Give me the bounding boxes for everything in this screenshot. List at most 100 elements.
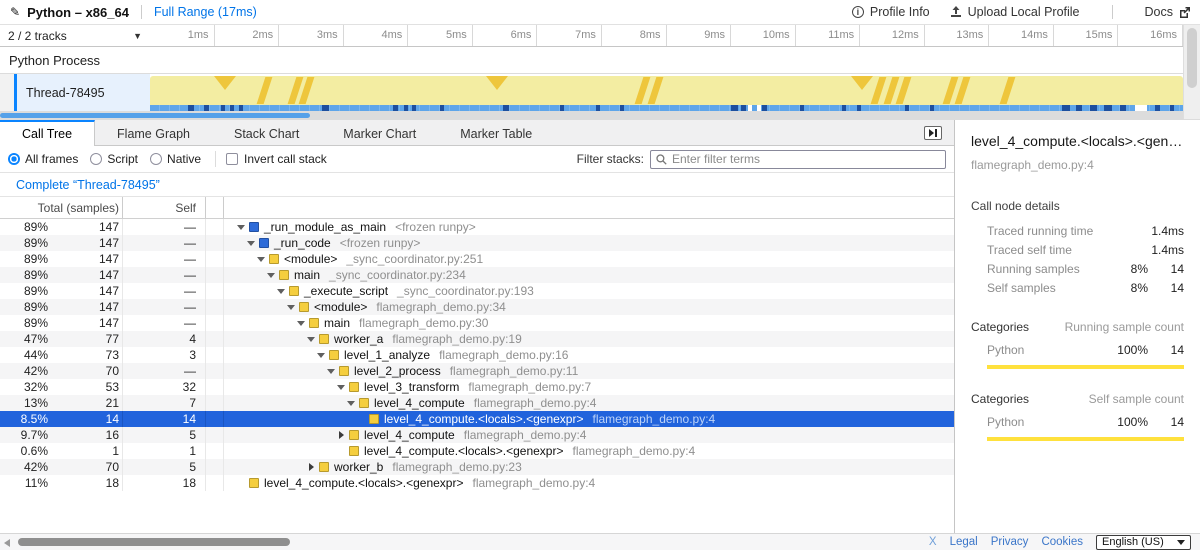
- footer-link-privacy[interactable]: Privacy: [991, 536, 1029, 548]
- upload-profile-button[interactable]: Upload Local Profile: [950, 5, 1080, 19]
- cell-total: 89%147: [0, 235, 123, 251]
- column-header-self[interactable]: Self: [123, 197, 206, 218]
- collapse-icon[interactable]: [336, 385, 346, 390]
- radio-script[interactable]: Script: [90, 152, 138, 166]
- row-total-percent: 89%: [0, 300, 48, 314]
- collapse-icon[interactable]: [266, 273, 276, 278]
- category-square-icon: [289, 286, 299, 296]
- collapse-icon[interactable]: [316, 353, 326, 358]
- collapse-icon[interactable]: [296, 321, 306, 326]
- file-location: flamegraph_demo.py:4: [474, 396, 597, 410]
- table-row[interactable]: 8.5%1414level_4_compute.<locals>.<genexp…: [0, 411, 954, 427]
- cell-icon: [206, 315, 224, 331]
- docs-link[interactable]: Docs: [1145, 5, 1190, 19]
- cell-tree: main_sync_coordinator.py:234: [224, 267, 954, 283]
- row-total-samples: 70: [48, 364, 122, 378]
- ruler-tick: 13ms: [925, 25, 990, 46]
- file-location: flamegraph_demo.py:7: [468, 380, 591, 394]
- collapse-icon[interactable]: [326, 369, 336, 374]
- expand-icon[interactable]: [336, 431, 346, 439]
- row-total-samples: 73: [48, 348, 122, 362]
- tracks-dropdown[interactable]: 2 / 2 tracks ▼: [0, 25, 150, 46]
- breadcrumb[interactable]: Complete “Thread-78495”: [16, 178, 160, 192]
- table-row[interactable]: 44%733level_1_analyzeflamegraph_demo.py:…: [0, 347, 954, 363]
- footer-link-legal[interactable]: Legal: [950, 536, 978, 548]
- selected-node-name: level_4_compute.<locals>.<genexpr>: [971, 133, 1184, 149]
- row-self: —: [123, 267, 206, 283]
- thread-track-visualization[interactable]: [150, 74, 1183, 111]
- row-total-samples: 147: [48, 268, 122, 282]
- thread-track-label[interactable]: Thread-78495: [17, 74, 150, 111]
- table-row[interactable]: 89%147—<module>flamegraph_demo.py:34: [0, 299, 954, 315]
- process-track-header[interactable]: Python Process: [0, 47, 1200, 74]
- function-name: _run_code: [274, 236, 331, 250]
- table-row[interactable]: 42%705worker_bflamegraph_demo.py:23: [0, 459, 954, 475]
- table-row[interactable]: 0.6%11level_4_compute.<locals>.<genexpr>…: [0, 443, 954, 459]
- table-row[interactable]: 42%70—level_2_processflamegraph_demo.py:…: [0, 363, 954, 379]
- table-row[interactable]: 47%774worker_aflamegraph_demo.py:19: [0, 331, 954, 347]
- horizontal-scrollbar-thumb[interactable]: [18, 538, 290, 546]
- row-total-percent: 89%: [0, 284, 48, 298]
- ruler-tick: 9ms: [667, 25, 732, 46]
- collapse-icon[interactable]: [346, 401, 356, 406]
- table-row[interactable]: 13%217level_4_computeflamegraph_demo.py:…: [0, 395, 954, 411]
- edit-profile-name-icon[interactable]: ✎: [10, 5, 20, 19]
- file-location: _sync_coordinator.py:251: [346, 252, 483, 266]
- scrollbar-thumb[interactable]: [1187, 28, 1197, 88]
- language-select[interactable]: English (US): [1096, 535, 1191, 550]
- footer-link-cookies[interactable]: Cookies: [1041, 536, 1083, 548]
- table-row[interactable]: 9.7%165level_4_computeflamegraph_demo.py…: [0, 427, 954, 443]
- table-row[interactable]: 89%147—_run_code<frozen runpy>: [0, 235, 954, 251]
- file-location: flamegraph_demo.py:4: [464, 428, 587, 442]
- call-tree-panel: Call TreeFlame GraphStack ChartMarker Ch…: [0, 120, 955, 533]
- category-row: Python100%14: [971, 340, 1184, 359]
- collapse-icon[interactable]: [286, 305, 296, 310]
- row-total-percent: 9.7%: [0, 428, 48, 442]
- column-header-total[interactable]: Total (samples): [0, 197, 123, 218]
- collapse-icon[interactable]: [306, 337, 316, 342]
- detail-label: Self samples: [987, 281, 1106, 295]
- row-total-samples: 147: [48, 252, 122, 266]
- radio-all-frames[interactable]: All frames: [8, 152, 78, 166]
- track-band[interactable]: [150, 76, 1183, 105]
- scrollbar-thumb[interactable]: [0, 113, 310, 118]
- collapse-icon[interactable]: [276, 289, 286, 294]
- sidebar-toggle-button[interactable]: [924, 126, 942, 140]
- collapse-icon[interactable]: [236, 225, 246, 230]
- marker-slash-icon: [1000, 77, 1016, 104]
- table-row[interactable]: 32%5332level_3_transformflamegraph_demo.…: [0, 379, 954, 395]
- tracks-vertical-scrollbar[interactable]: [1183, 25, 1200, 119]
- tab-marker-chart[interactable]: Marker Chart: [321, 120, 438, 145]
- jank-marker-icon: [486, 76, 508, 90]
- tab-flame-graph[interactable]: Flame Graph: [95, 120, 212, 145]
- filter-stacks-input[interactable]: [672, 152, 940, 166]
- expand-icon[interactable]: [306, 463, 316, 471]
- table-row[interactable]: 89%147—<module>_sync_coordinator.py:251: [0, 251, 954, 267]
- function-name: level_2_process: [354, 364, 441, 378]
- timeline-horizontal-scrollbar[interactable]: [0, 111, 1200, 120]
- scroll-left-icon[interactable]: [4, 539, 10, 547]
- stack-settings-row: All framesScriptNative Invert call stack…: [0, 146, 954, 173]
- table-row[interactable]: 11%1818level_4_compute.<locals>.<genexpr…: [0, 475, 954, 491]
- radio-native[interactable]: Native: [150, 152, 201, 166]
- thread-track: Thread-78495: [0, 74, 1200, 111]
- profile-info-button[interactable]: i Profile Info: [852, 5, 930, 19]
- tab-call-tree[interactable]: Call Tree: [0, 120, 95, 146]
- table-row[interactable]: 89%147—mainflamegraph_demo.py:30: [0, 315, 954, 331]
- footer-bar: X Legal Privacy Cookies English (US): [0, 533, 1200, 550]
- table-row[interactable]: 89%147—_execute_script_sync_coordinator.…: [0, 283, 954, 299]
- collapse-icon[interactable]: [256, 257, 266, 262]
- call-tree-rows: 89%147—_run_module_as_main<frozen runpy>…: [0, 219, 954, 491]
- table-row[interactable]: 89%147—_run_module_as_main<frozen runpy>: [0, 219, 954, 235]
- table-row[interactable]: 89%147—main_sync_coordinator.py:234: [0, 267, 954, 283]
- invert-call-stack-checkbox[interactable]: [226, 153, 238, 165]
- tab-stack-chart[interactable]: Stack Chart: [212, 120, 321, 145]
- full-range-button[interactable]: Full Range (17ms): [154, 5, 257, 19]
- cell-icon: [206, 235, 224, 251]
- category-square-icon: [339, 366, 349, 376]
- collapse-icon[interactable]: [246, 241, 256, 246]
- cell-icon: [206, 379, 224, 395]
- tab-marker-table[interactable]: Marker Table: [438, 120, 554, 145]
- footer-link-x[interactable]: X: [929, 536, 937, 548]
- profile-title[interactable]: Python – x86_64: [27, 5, 129, 20]
